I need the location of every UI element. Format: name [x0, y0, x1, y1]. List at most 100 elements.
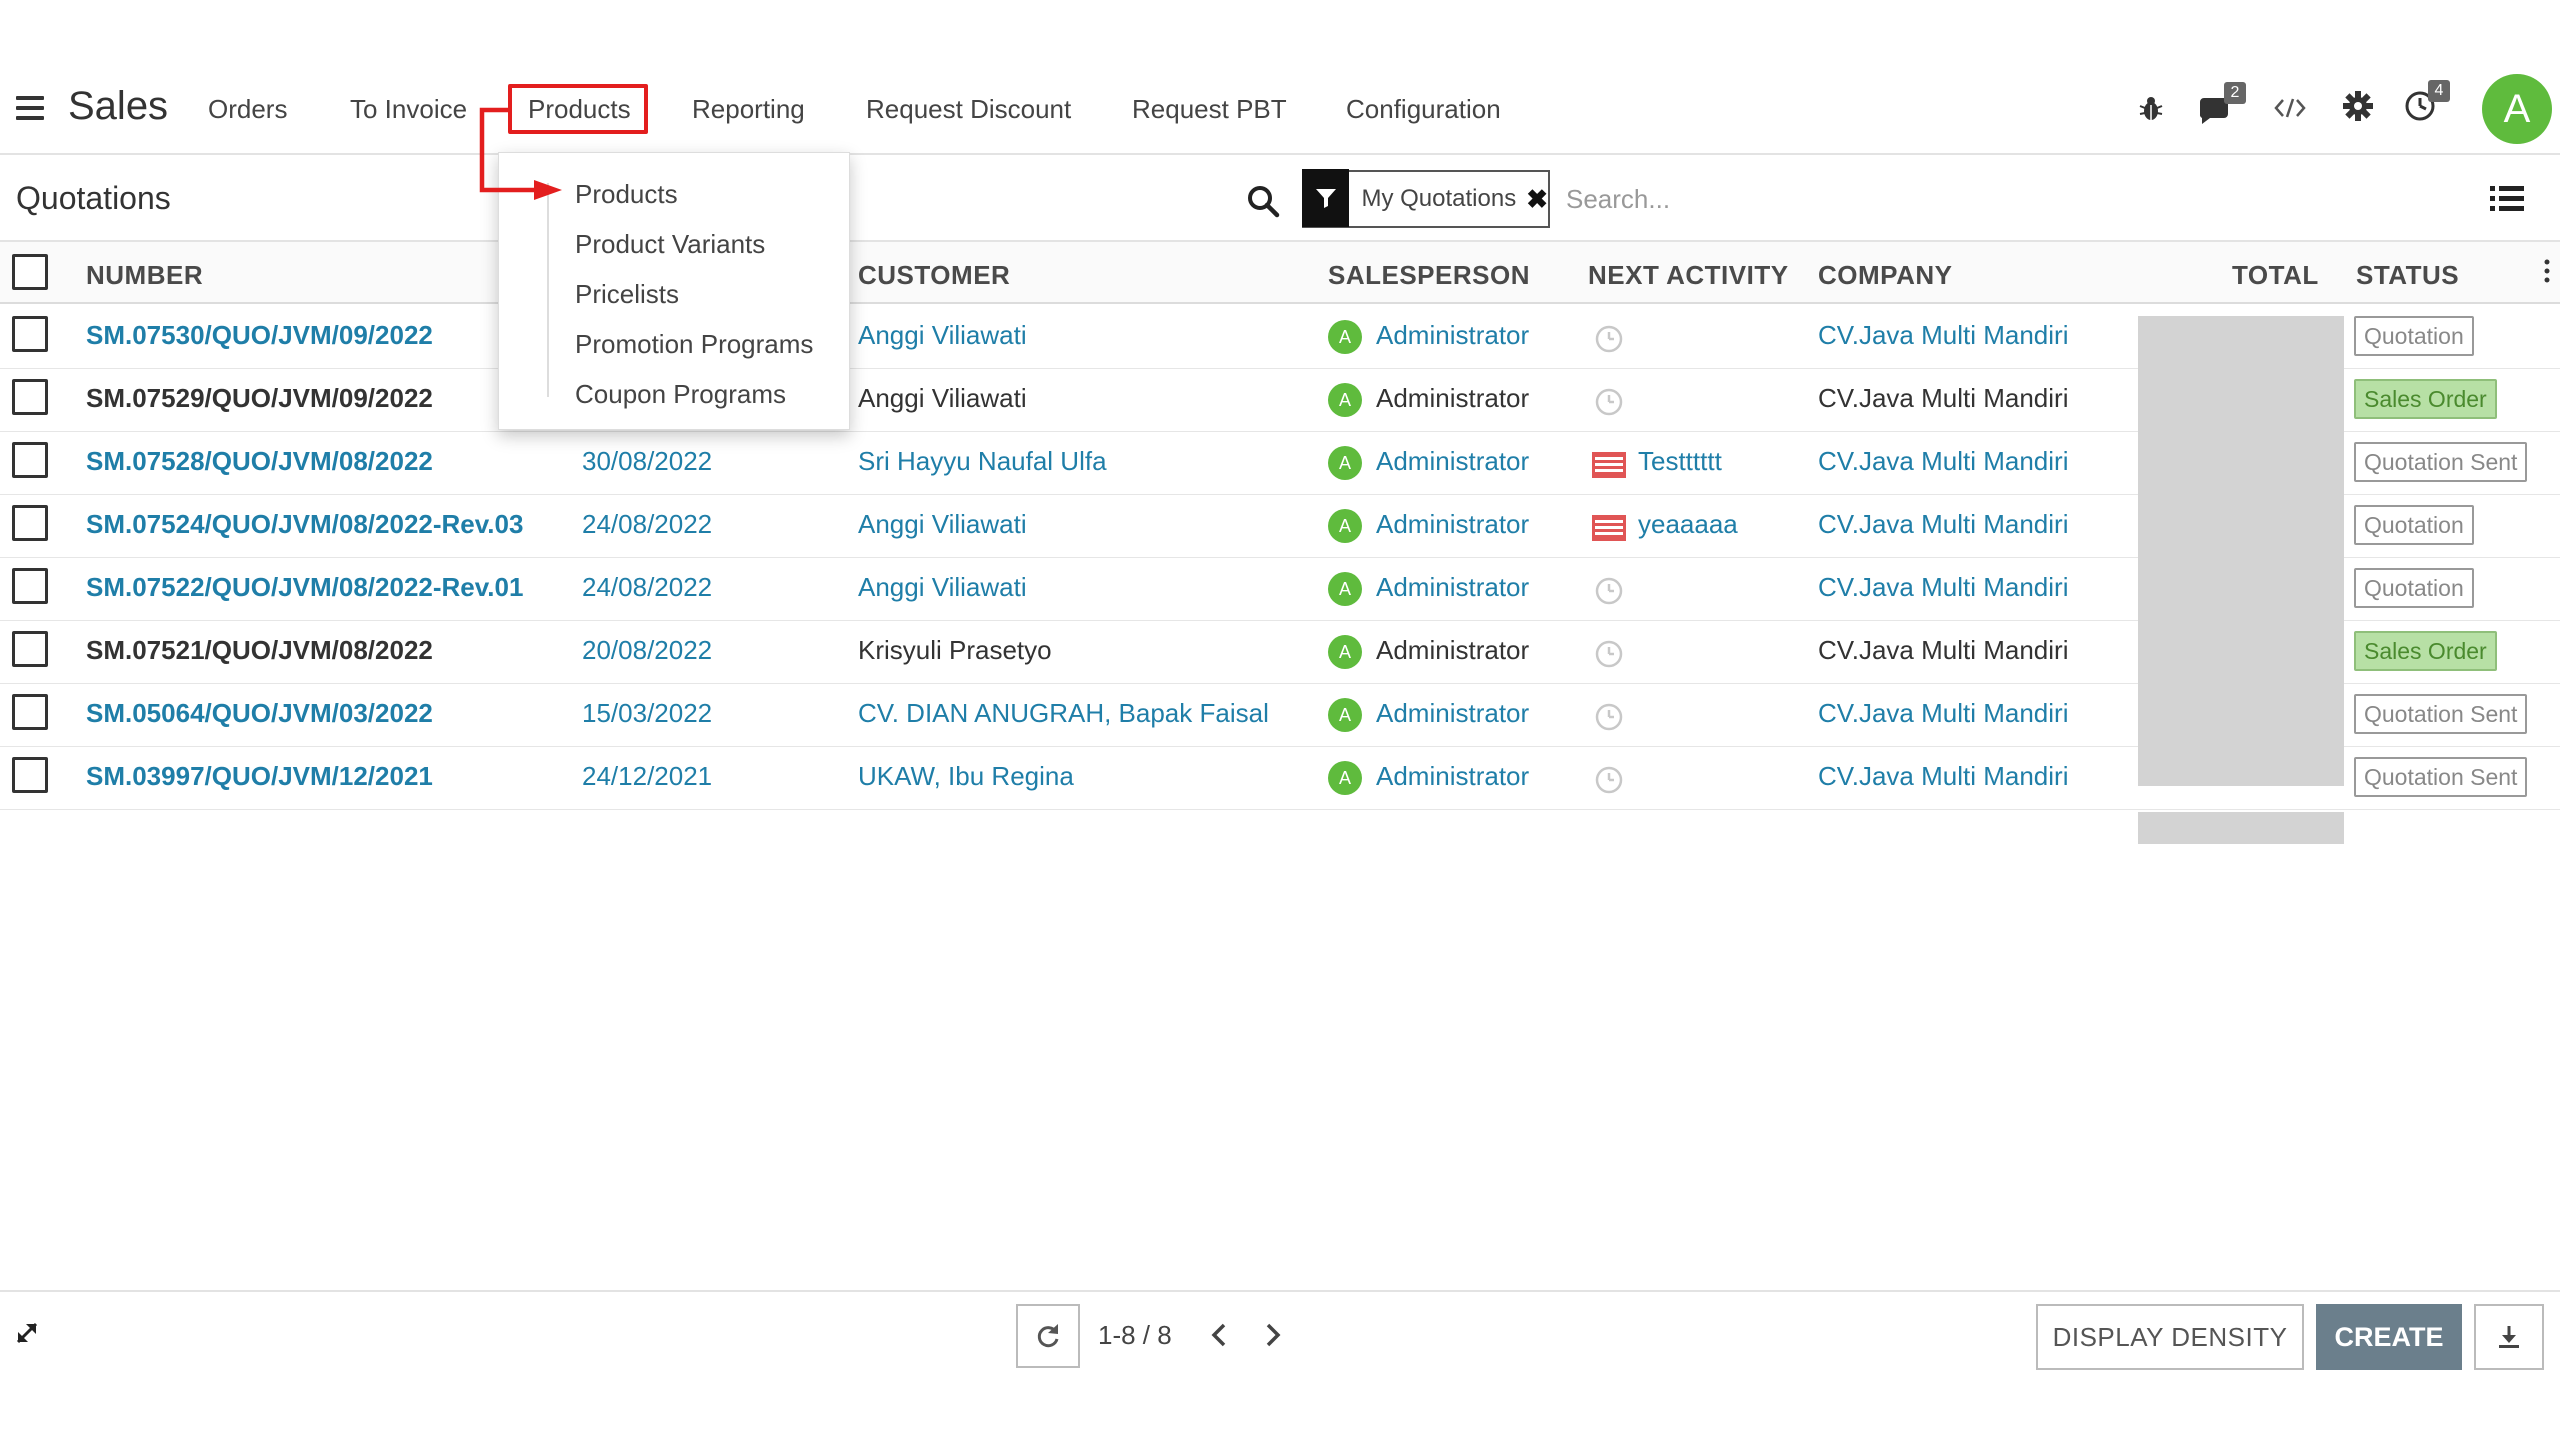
row-salesperson[interactable]: Administrator [1376, 446, 1529, 477]
status-badge: Quotation Sent [2354, 757, 2528, 797]
schedule-activity-icon[interactable] [1594, 639, 1624, 669]
column-salesperson[interactable]: SALESPERSON [1328, 260, 1530, 291]
menu-to-invoice[interactable]: To Invoice [350, 94, 467, 125]
red-arrow-annotation [479, 107, 562, 200]
schedule-activity-icon[interactable] [1594, 765, 1624, 795]
dropdown-item-coupon-programs[interactable]: Coupon Programs [575, 379, 786, 410]
menu-configuration[interactable]: Configuration [1346, 94, 1501, 125]
menu-reporting[interactable]: Reporting [692, 94, 805, 125]
dropdown-item-products[interactable]: Products [575, 179, 678, 210]
schedule-activity-icon[interactable] [1594, 387, 1624, 417]
schedule-activity-icon[interactable] [1594, 576, 1624, 606]
row-activity[interactable]: yeaaaaa [1638, 509, 1738, 540]
row-customer[interactable]: UKAW, Ibu Regina [858, 761, 1074, 792]
row-company[interactable]: CV.Java Multi Mandiri [1818, 383, 2068, 414]
row-number[interactable]: SM.07522/QUO/JVM/08/2022-Rev.01 [86, 572, 523, 603]
schedule-activity-icon[interactable] [1594, 324, 1624, 354]
row-salesperson[interactable]: Administrator [1376, 383, 1529, 414]
row-salesperson[interactable]: Administrator [1376, 761, 1529, 792]
row-date: 20/08/2022 [582, 635, 713, 665]
search-icon[interactable] [1246, 184, 1280, 218]
row-company[interactable]: CV.Java Multi Mandiri [1818, 635, 2068, 666]
search-input[interactable] [1550, 170, 2250, 228]
search-facet[interactable]: My Quotations ✖ [1302, 169, 1550, 228]
row-customer[interactable]: Anggi Viliawati [858, 383, 1027, 414]
row-customer[interactable]: Anggi Viliawati [858, 320, 1027, 351]
row-salesperson[interactable]: Administrator [1376, 320, 1529, 351]
app-title[interactable]: Sales [68, 84, 168, 129]
row-company[interactable]: CV.Java Multi Mandiri [1818, 698, 2068, 729]
row-customer[interactable]: Krisyuli Prasetyo [858, 635, 1052, 666]
row-company[interactable]: CV.Java Multi Mandiri [1818, 509, 2068, 540]
menu-request-discount[interactable]: Request Discount [866, 94, 1071, 125]
row-checkbox[interactable] [12, 379, 48, 415]
row-activity[interactable]: Testttttt [1638, 446, 1722, 477]
row-checkbox[interactable] [12, 757, 48, 793]
create-button[interactable]: CREATE [2316, 1304, 2462, 1370]
dropdown-item-product-variants[interactable]: Product Variants [575, 229, 765, 260]
row-salesperson[interactable]: Administrator [1376, 635, 1529, 666]
row-number[interactable]: SM.07529/QUO/JVM/09/2022 [86, 383, 433, 414]
row-number[interactable]: SM.07521/QUO/JVM/08/2022 [86, 635, 433, 666]
gear-icon[interactable] [2342, 90, 2374, 122]
activity-type-icon[interactable] [1592, 515, 1626, 541]
status-badge: Quotation [2354, 505, 2474, 545]
column-options-icon[interactable] [2544, 258, 2550, 284]
row-number[interactable]: SM.05064/QUO/JVM/03/2022 [86, 698, 433, 729]
dropdown-item-pricelists[interactable]: Pricelists [575, 279, 679, 310]
status-badge: Quotation [2354, 316, 2474, 356]
menu-request-pbt[interactable]: Request PBT [1132, 94, 1287, 125]
code-icon[interactable] [2274, 96, 2306, 120]
row-checkbox[interactable] [12, 631, 48, 667]
row-checkbox[interactable] [12, 694, 48, 730]
pager-previous-icon[interactable] [1208, 1322, 1230, 1348]
row-company[interactable]: CV.Java Multi Mandiri [1818, 320, 2068, 351]
facet-remove-icon[interactable]: ✖ [1526, 184, 1548, 215]
row-company[interactable]: CV.Java Multi Mandiri [1818, 572, 2068, 603]
column-number[interactable]: NUMBER [86, 260, 203, 291]
row-date: 30/08/2022 [582, 446, 713, 476]
row-checkbox[interactable] [12, 442, 48, 478]
refresh-button[interactable] [1016, 1304, 1080, 1368]
row-number[interactable]: SM.07524/QUO/JVM/08/2022-Rev.03 [86, 509, 523, 540]
row-customer[interactable]: Anggi Viliawati [858, 509, 1027, 540]
dropdown-item-promotion-programs[interactable]: Promotion Programs [575, 329, 813, 360]
row-checkbox[interactable] [12, 505, 48, 541]
row-checkbox[interactable] [12, 316, 48, 352]
activities-badge: 4 [2428, 80, 2450, 102]
row-number[interactable]: SM.07530/QUO/JVM/09/2022 [86, 320, 433, 351]
schedule-activity-icon[interactable] [1594, 702, 1624, 732]
bug-icon[interactable] [2136, 94, 2166, 124]
activities-button[interactable]: 4 [2404, 80, 2456, 126]
row-company[interactable]: CV.Java Multi Mandiri [1818, 446, 2068, 477]
column-total[interactable]: TOTAL [2232, 260, 2319, 291]
row-number[interactable]: SM.03997/QUO/JVM/12/2021 [86, 761, 433, 792]
row-salesperson[interactable]: Administrator [1376, 698, 1529, 729]
pager-value[interactable]: 1-8 / 8 [1098, 1320, 1172, 1351]
messages-button[interactable]: 2 [2196, 82, 2248, 126]
top-navbar: Sales Orders To Invoice Products Reporti… [0, 0, 2560, 155]
pager-next-icon[interactable] [1262, 1322, 1284, 1348]
status-badge: Sales Order [2354, 379, 2497, 419]
download-button[interactable] [2474, 1304, 2544, 1370]
row-number[interactable]: SM.07528/QUO/JVM/08/2022 [86, 446, 433, 477]
column-status[interactable]: STATUS [2356, 260, 2459, 291]
expand-icon[interactable] [14, 1320, 40, 1346]
user-avatar[interactable]: A [2482, 74, 2552, 144]
row-customer[interactable]: CV. DIAN ANUGRAH, Bapak Faisal [858, 698, 1269, 729]
activity-type-icon[interactable] [1592, 452, 1626, 478]
display-density-button[interactable]: DISPLAY DENSITY [2036, 1304, 2304, 1370]
hamburger-menu-icon[interactable] [16, 96, 44, 120]
list-view-icon[interactable] [2490, 184, 2524, 214]
row-salesperson[interactable]: Administrator [1376, 509, 1529, 540]
row-salesperson[interactable]: Administrator [1376, 572, 1529, 603]
select-all-checkbox[interactable] [12, 254, 48, 290]
column-next-activity[interactable]: NEXT ACTIVITY [1588, 260, 1789, 291]
column-company[interactable]: COMPANY [1818, 260, 1952, 291]
row-customer[interactable]: Sri Hayyu Naufal Ulfa [858, 446, 1107, 477]
row-company[interactable]: CV.Java Multi Mandiri [1818, 761, 2068, 792]
menu-orders[interactable]: Orders [208, 94, 287, 125]
row-customer[interactable]: Anggi Viliawati [858, 572, 1027, 603]
row-checkbox[interactable] [12, 568, 48, 604]
column-customer[interactable]: CUSTOMER [858, 260, 1010, 291]
